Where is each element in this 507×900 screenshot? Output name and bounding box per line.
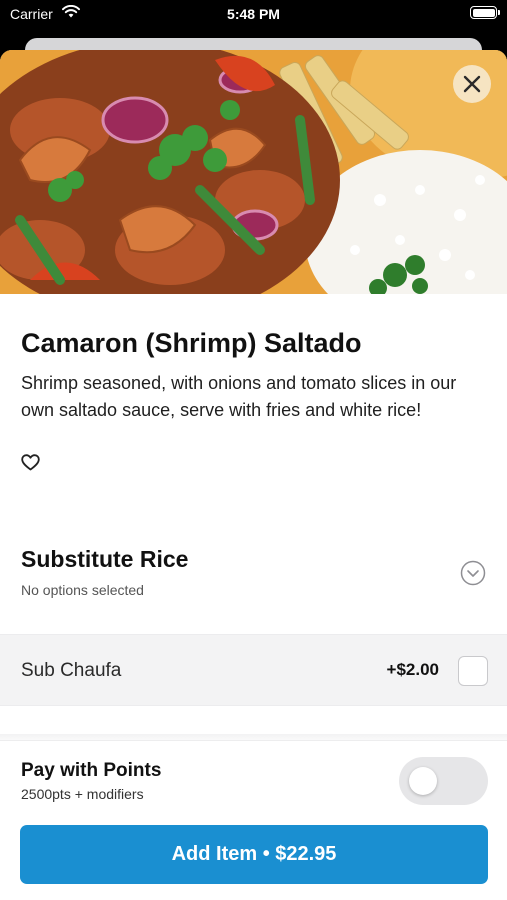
order-footer: Pay with Points 2500pts + modifiers Add … xyxy=(0,740,507,900)
points-toggle[interactable] xyxy=(399,757,488,805)
close-button[interactable] xyxy=(453,65,491,103)
chevron-down-circle-icon[interactable] xyxy=(460,560,486,586)
status-bar: Carrier 5:48 PM xyxy=(0,0,507,30)
add-item-button[interactable]: Add Item • $22.95 xyxy=(20,825,488,884)
option-checkbox[interactable] xyxy=(458,656,488,686)
toggle-knob xyxy=(409,767,437,795)
modifier-option-row[interactable]: Sub Chaufa +$2.00 xyxy=(0,634,507,706)
item-description: Shrimp seasoned, with onions and tomato … xyxy=(21,373,457,420)
item-detail-sheet: Camaron (Shrimp) Saltado Shrimp seasoned… xyxy=(0,50,507,900)
heart-outline-icon xyxy=(21,454,40,471)
pay-with-points-title: Pay with Points xyxy=(21,760,162,781)
battery-icon xyxy=(470,6,500,19)
modifier-group-status: No options selected xyxy=(21,582,144,598)
favorite-button[interactable] xyxy=(21,454,40,471)
item-title: Camaron (Shrimp) Saltado xyxy=(21,328,362,358)
pay-with-points-subtitle: 2500pts + modifiers xyxy=(21,786,144,802)
dish-photo xyxy=(0,50,507,294)
close-icon xyxy=(463,75,481,93)
modifier-group-title: Substitute Rice xyxy=(21,546,189,572)
status-time: 5:48 PM xyxy=(227,6,280,22)
option-label: Sub Chaufa xyxy=(21,660,122,681)
option-price: +$2.00 xyxy=(386,660,439,679)
